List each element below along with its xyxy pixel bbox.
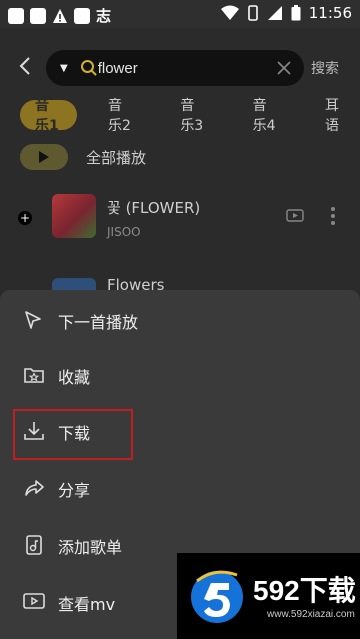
menu-label: 下一首播放: [58, 313, 139, 332]
more-options-icon[interactable]: [330, 206, 336, 226]
search-input[interactable]: [95, 58, 250, 78]
share-icon: [25, 480, 44, 496]
status-glyph: 志: [96, 7, 112, 25]
status-bar: 志 11:56: [0, 0, 360, 28]
tab-music-4[interactable]: 音乐4: [238, 98, 294, 134]
battery-icon: [291, 5, 301, 21]
back-arrow-icon[interactable]: [14, 54, 38, 78]
song-title: 꽃 (FLOWER): [107, 199, 201, 217]
mv-icon[interactable]: [286, 208, 304, 224]
play-next-icon: [25, 311, 41, 329]
play-icon: [39, 151, 49, 163]
vibrate-icon: [247, 5, 258, 21]
favorite-folder-icon: [24, 368, 44, 383]
menu-label: 收藏: [58, 368, 91, 387]
search-box[interactable]: ▼: [46, 50, 304, 86]
menu-label: 添加歌单: [58, 538, 123, 557]
watermark-logo: [191, 570, 243, 623]
mv-icon: [23, 593, 45, 609]
notification-square-icon: [74, 7, 90, 24]
tab-music-3[interactable]: 音乐3: [165, 98, 221, 134]
tab-music-2[interactable]: 音乐2: [93, 98, 149, 134]
menu-play-next[interactable]: 下一首播放: [0, 298, 360, 342]
play-all-label: 全部播放: [86, 148, 147, 167]
tab-bar: 音乐1 音乐2 音乐3 音乐4 耳语: [20, 98, 360, 134]
play-all-button[interactable]: [20, 144, 68, 170]
tab-whisper[interactable]: 耳语: [310, 98, 360, 134]
album-cover: [52, 194, 96, 238]
warning-icon: [53, 8, 67, 23]
wifi-icon: [220, 5, 239, 20]
menu-favorite[interactable]: 收藏: [0, 353, 360, 397]
watermark-title: 592下载: [253, 575, 356, 606]
notification-square-icon: [8, 7, 24, 24]
clear-icon[interactable]: [276, 60, 292, 76]
add-playlist-icon: [26, 535, 42, 555]
watermark-url: www.592xiazai.com: [267, 609, 355, 620]
song-artist: JISOO: [107, 225, 141, 239]
signal-icon: [267, 6, 282, 20]
notification-square-icon: [30, 7, 46, 24]
menu-share[interactable]: 分享: [0, 466, 360, 510]
highlight-box: [13, 409, 133, 460]
add-icon[interactable]: +: [18, 211, 32, 225]
menu-label: 分享: [58, 481, 91, 500]
dropdown-caret-icon[interactable]: ▼: [60, 63, 68, 74]
play-all-row[interactable]: 全部播放: [20, 144, 146, 170]
tab-music-1[interactable]: 音乐1: [20, 98, 77, 134]
search-row: ▼ 搜索: [0, 44, 360, 92]
search-icon: [81, 60, 97, 76]
watermark: 592下载 www.592xiazai.com: [177, 553, 360, 639]
song-row[interactable]: + 꽃 (FLOWER) JISOO: [0, 188, 360, 252]
menu-label: 查看mv: [58, 595, 116, 614]
search-button[interactable]: 搜索: [311, 58, 339, 78]
clock: 11:56: [308, 4, 352, 22]
